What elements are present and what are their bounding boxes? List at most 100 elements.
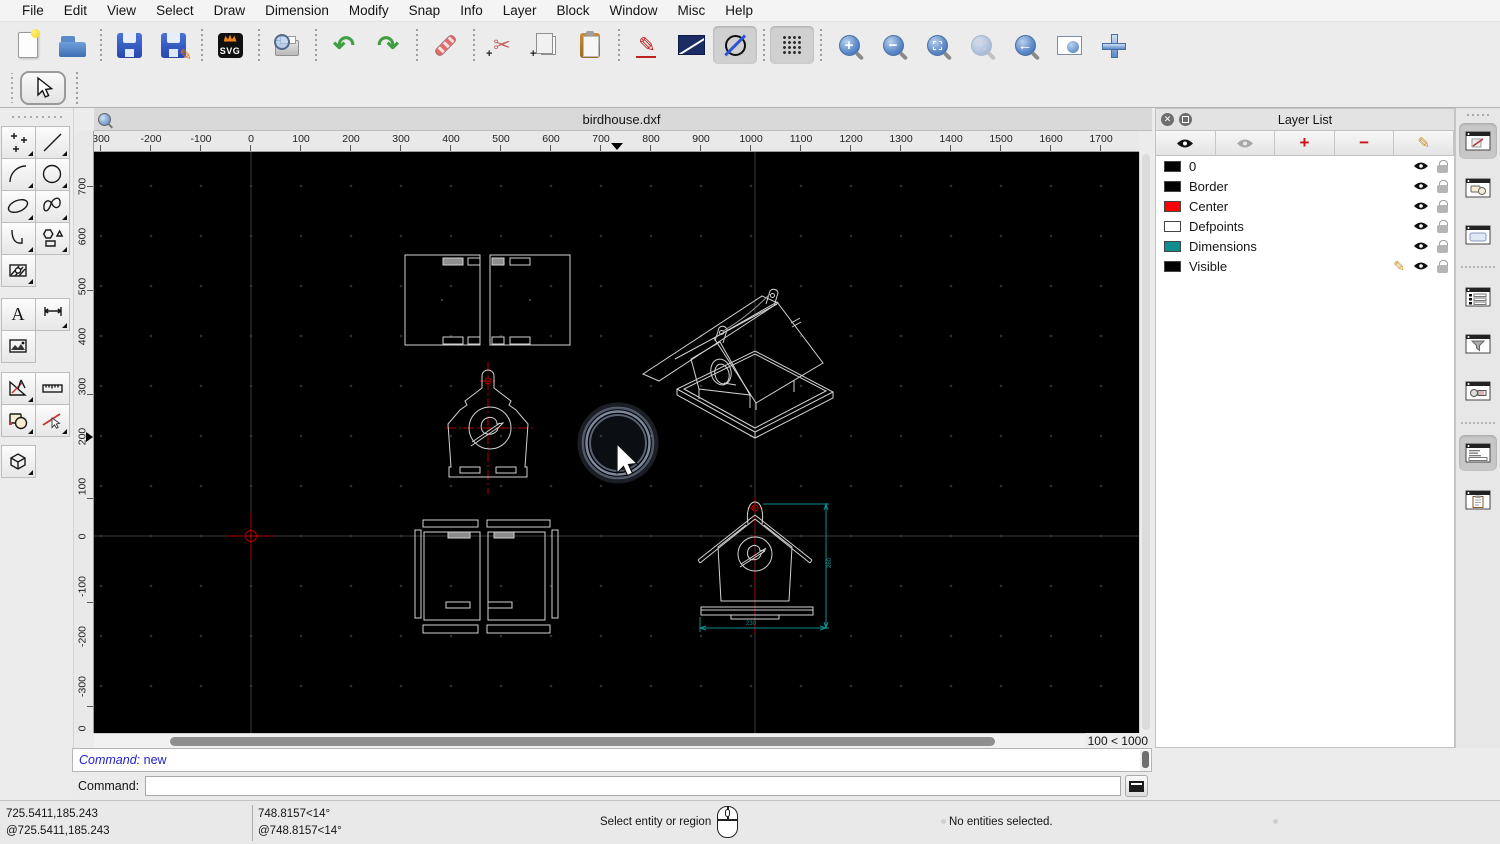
drawing-front-piece[interactable]	[446, 362, 534, 494]
menu-item[interactable]: Snap	[399, 3, 451, 18]
menu-item[interactable]: Draw	[204, 3, 256, 18]
drawing-birdhouse-isometric[interactable]	[641, 288, 835, 439]
menu-item[interactable]: Block	[547, 3, 600, 18]
layer-lock-toggle[interactable]	[1437, 239, 1448, 253]
snap-grid-button[interactable]	[770, 26, 814, 64]
polygon-tool-button[interactable]	[34, 221, 70, 255]
menu-item[interactable]: Dimension	[255, 3, 339, 18]
solid-3d-tool-button[interactable]	[0, 444, 36, 478]
layer-lock-toggle[interactable]	[1437, 179, 1448, 193]
delete-button[interactable]	[423, 26, 467, 64]
show-all-layers-button[interactable]	[1156, 131, 1216, 155]
zoom-window-button[interactable]	[1047, 26, 1091, 64]
command-history[interactable]: Command: new	[72, 748, 1152, 772]
add-layer-button[interactable]: +	[1275, 131, 1335, 155]
modify-tool-button[interactable]	[0, 403, 36, 437]
layer-lock-toggle[interactable]	[1437, 159, 1448, 173]
layer-lock-toggle[interactable]	[1437, 259, 1448, 273]
redo-button[interactable]: ↷	[366, 26, 410, 64]
edit-layer-button[interactable]: ✎	[1394, 131, 1454, 155]
ruler-tool-button[interactable]	[34, 371, 70, 405]
zoom-out-button[interactable]: −	[871, 26, 915, 64]
vertical-scrollbar[interactable]	[1139, 152, 1152, 733]
layer-visibility-toggle[interactable]	[1413, 221, 1429, 231]
menu-item[interactable]: File	[12, 3, 54, 18]
layer-lock-toggle[interactable]	[1437, 219, 1448, 233]
drawing-base-pieces[interactable]	[414, 519, 559, 634]
menu-item[interactable]: Misc	[668, 3, 716, 18]
scrollbar-thumb[interactable]	[1142, 154, 1150, 730]
ellipse-tool-button[interactable]	[0, 189, 36, 223]
circle-tool-button[interactable]	[34, 157, 70, 191]
zoom-redraw-button[interactable]: ←	[1003, 26, 1047, 64]
layer-lock-toggle[interactable]	[1437, 199, 1448, 213]
menu-item[interactable]: View	[97, 3, 146, 18]
menu-item[interactable]: Edit	[54, 3, 97, 18]
layer-filter-widget-button[interactable]	[1459, 326, 1497, 362]
layer-row[interactable]: 0	[1156, 156, 1454, 176]
layer-row[interactable]: Center	[1156, 196, 1454, 216]
remove-layer-button[interactable]: −	[1335, 131, 1395, 155]
paste-button[interactable]	[568, 26, 612, 64]
dimension-tool-button[interactable]	[34, 297, 70, 331]
zoom-auto-button[interactable]	[915, 26, 959, 64]
layer-visibility-toggle[interactable]	[1413, 181, 1429, 191]
layer-row[interactable]: Dimensions	[1156, 236, 1454, 256]
layer-row[interactable]: Border	[1156, 176, 1454, 196]
menu-item[interactable]: Window	[600, 3, 668, 18]
layer-row-current[interactable]: Visible ✎	[1156, 256, 1454, 276]
drawing-panel-piece-1[interactable]	[404, 254, 481, 346]
menu-item[interactable]: Modify	[339, 3, 399, 18]
measure-tool-button[interactable]	[0, 371, 36, 405]
new-document-button[interactable]	[6, 26, 50, 64]
save-as-button[interactable]: ✎	[151, 26, 195, 64]
close-icon[interactable]: ✕	[1161, 113, 1174, 126]
undock-icon[interactable]	[1179, 113, 1192, 126]
scrollbar-thumb[interactable]	[170, 737, 995, 746]
named-views-widget-button[interactable]	[1459, 373, 1497, 409]
block-list-widget-button[interactable]	[1459, 170, 1497, 206]
points-tool-button[interactable]	[0, 125, 36, 159]
layer-visibility-toggle[interactable]	[1413, 161, 1429, 171]
hide-all-layers-button[interactable]	[1216, 131, 1276, 155]
zoom-previous-button[interactable]	[959, 26, 1003, 64]
draw-pen-button[interactable]: ✎	[625, 26, 669, 64]
save-button[interactable]	[107, 26, 151, 64]
select-arrow-button[interactable]	[20, 70, 66, 105]
drawing-birdhouse-front-view[interactable]: 260 230	[697, 498, 833, 636]
command-history-scrollbar[interactable]	[1140, 750, 1150, 771]
undo-button[interactable]: ↶	[322, 26, 366, 64]
menu-item[interactable]: Select	[146, 3, 204, 18]
command-widget-button[interactable]	[1125, 775, 1148, 797]
layer-list-widget-button[interactable]	[1459, 279, 1497, 315]
print-preview-button[interactable]	[265, 26, 309, 64]
circle-tool-button[interactable]	[713, 26, 757, 64]
layer-visibility-toggle[interactable]	[1413, 201, 1429, 211]
drawing-canvas[interactable]: 260 230	[94, 152, 1139, 733]
polyline-tool-button[interactable]	[0, 221, 36, 255]
image-tool-button[interactable]	[0, 329, 36, 363]
copy-button[interactable]: +	[524, 26, 568, 64]
select-entity-tool-button[interactable]	[34, 403, 70, 437]
zoom-pan-button[interactable]	[1091, 26, 1135, 64]
library-browser-widget-button[interactable]	[1459, 217, 1497, 253]
line-tool-button[interactable]	[669, 26, 713, 64]
horizontal-scrollbar[interactable]	[94, 733, 1085, 748]
drawing-panel-piece-2[interactable]	[489, 254, 571, 346]
open-file-button[interactable]	[50, 26, 94, 64]
menu-item[interactable]: Info	[450, 3, 493, 18]
menu-item[interactable]: Help	[715, 3, 763, 18]
export-svg-button[interactable]: SVG	[208, 26, 252, 64]
zoom-in-button[interactable]: +	[827, 26, 871, 64]
command-input[interactable]	[145, 776, 1121, 796]
layer-visibility-toggle[interactable]	[1413, 261, 1429, 271]
layer-visibility-toggle[interactable]	[1413, 241, 1429, 251]
clipboard-widget-button[interactable]	[1459, 482, 1497, 518]
line-tool-button[interactable]	[34, 125, 70, 159]
menu-item[interactable]: Layer	[493, 3, 547, 18]
layer-row[interactable]: Defpoints	[1156, 216, 1454, 236]
command-line-widget-button[interactable]	[1459, 435, 1497, 471]
text-tool-button[interactable]: A	[0, 297, 36, 331]
pen-palette-widget-button[interactable]	[1459, 123, 1497, 159]
cut-button[interactable]: ✂ +	[480, 26, 524, 64]
